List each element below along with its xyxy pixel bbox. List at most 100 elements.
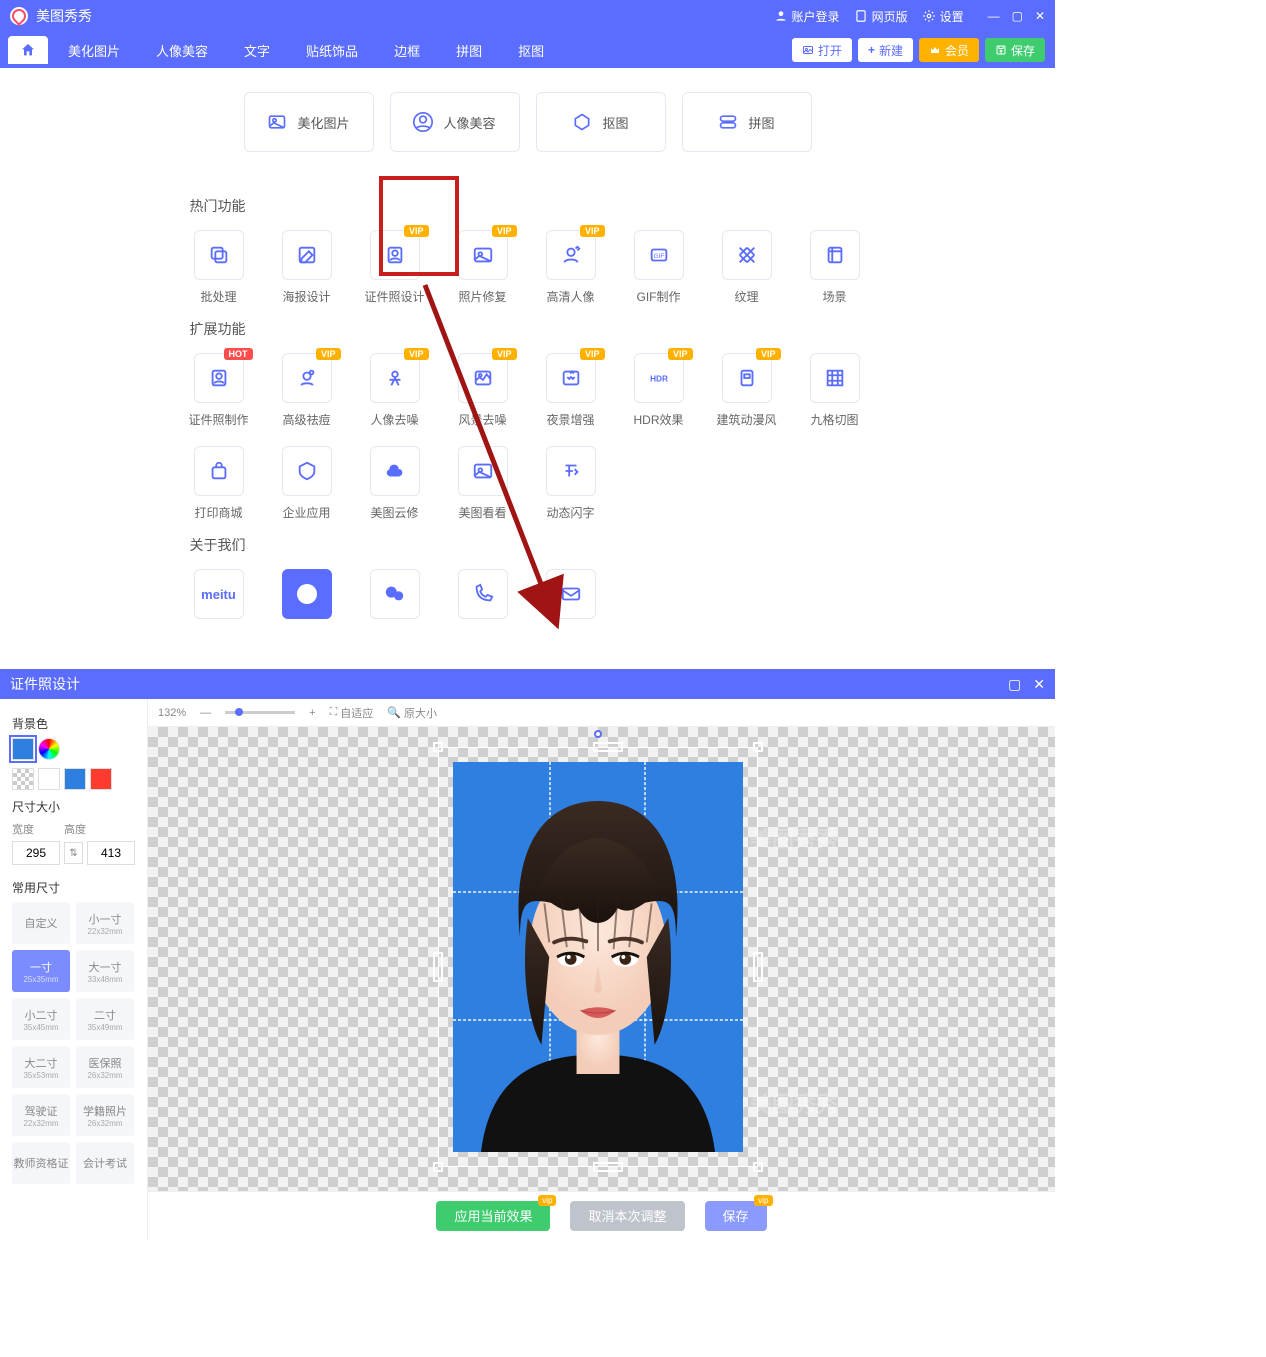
win2-restore-icon[interactable]: ▢ <box>1008 676 1021 693</box>
big-card-cutout[interactable]: 抠图 <box>536 92 666 152</box>
tile-照片修复[interactable]: VIP照片修复 <box>452 230 514 305</box>
tile-打印商城[interactable]: 打印商城 <box>188 446 250 521</box>
link-wh-icon[interactable]: ⇅ <box>64 842 83 864</box>
tile-icon <box>810 353 860 403</box>
save-photo-button[interactable]: 保存 vip <box>705 1201 767 1231</box>
svg-text:GIF: GIF <box>653 253 664 260</box>
tile-美图云修[interactable]: 美图云修 <box>364 446 426 521</box>
bg-swatch-red[interactable] <box>90 768 112 790</box>
tile-建筑动漫风[interactable]: VIP建筑动漫风 <box>716 353 778 428</box>
zoom-slider[interactable] <box>225 711 295 714</box>
bg-swatch-white[interactable] <box>38 768 60 790</box>
tile-证件照设计[interactable]: VIP证件照设计 <box>364 230 426 305</box>
menu-0[interactable]: 美化图片 <box>50 32 138 68</box>
tile-icon <box>194 230 244 280</box>
tile-HDR效果[interactable]: HDRVIPHDR效果 <box>628 353 690 428</box>
big-card-beautify[interactable]: 美化图片 <box>244 92 374 152</box>
tile-纹理[interactable]: 纹理 <box>716 230 778 305</box>
size-chip-5[interactable]: 二寸35x49mm <box>76 998 134 1040</box>
fit-button[interactable]: ⛶自适应 <box>330 705 374 721</box>
tile-场景[interactable]: 场景 <box>804 230 866 305</box>
tile-icon <box>546 446 596 496</box>
menu-5[interactable]: 拼图 <box>438 32 500 68</box>
bg-swatch-transparent[interactable] <box>12 768 34 790</box>
tile-GIF制作[interactable]: GIFGIF制作 <box>628 230 690 305</box>
tile-夜景增强[interactable]: VIP夜景增强 <box>540 353 602 428</box>
about-mail[interactable] <box>546 569 596 619</box>
maximize-icon[interactable]: ▢ <box>1012 9 1023 23</box>
bg-swatch-blue2[interactable] <box>64 768 86 790</box>
about-meitu[interactable]: meitu <box>194 569 244 619</box>
tile-证件照制作[interactable]: HOT证件照制作 <box>188 353 250 428</box>
photo-selection-frame[interactable] <box>438 747 758 1167</box>
size-chip-0[interactable]: 自定义 <box>12 902 70 944</box>
about-row: meitu <box>188 569 868 619</box>
rotate-handle[interactable] <box>594 730 602 738</box>
about-wechat[interactable] <box>370 569 420 619</box>
original-size-button[interactable]: 🔍原大小 <box>387 705 437 721</box>
tile-icon: VIP <box>370 230 420 280</box>
tile-label: 风景去噪 <box>458 411 506 428</box>
width-input[interactable] <box>12 841 60 865</box>
zoom-in-icon[interactable]: + <box>309 707 315 719</box>
badge: VIP <box>580 225 605 237</box>
menu-6[interactable]: 抠图 <box>500 32 562 68</box>
size-label: 尺寸大小 <box>12 798 135 815</box>
width-label: 宽度 <box>12 821 34 837</box>
menu-2[interactable]: 文字 <box>226 32 288 68</box>
size-chip-2[interactable]: 一寸25x35mm <box>12 950 70 992</box>
tile-海报设计[interactable]: 海报设计 <box>276 230 338 305</box>
menu-4[interactable]: 边框 <box>376 32 438 68</box>
big-card-collage[interactable]: 拼图 <box>682 92 812 152</box>
bg-swatch-blue[interactable] <box>12 738 34 760</box>
tile-icon <box>282 230 332 280</box>
size-chip-7[interactable]: 医保照26x32mm <box>76 1046 134 1088</box>
tile-高清人像[interactable]: VIP高清人像 <box>540 230 602 305</box>
about-phone[interactable] <box>458 569 508 619</box>
size-chip-4[interactable]: 小二寸35x45mm <box>12 998 70 1040</box>
zoom-out-icon[interactable]: — <box>200 707 211 719</box>
tile-label: 场景 <box>822 288 846 305</box>
settings-link[interactable]: 设置 <box>922 8 964 25</box>
canvas[interactable]: 美图秀秀 美图秀秀 美图秀秀 美图秀秀 <box>148 727 1055 1191</box>
member-button[interactable]: 会员 <box>919 38 979 62</box>
size-chip-9[interactable]: 学籍照片26x32mm <box>76 1094 134 1136</box>
height-input[interactable] <box>87 841 135 865</box>
tile-风景去噪[interactable]: VIP风景去噪 <box>452 353 514 428</box>
cancel-button[interactable]: 取消本次调整 <box>570 1201 684 1231</box>
tile-批处理[interactable]: 批处理 <box>188 230 250 305</box>
save-button[interactable]: 保存 <box>985 38 1045 62</box>
size-chip-8[interactable]: 驾驶证22x32mm <box>12 1094 70 1136</box>
tile-人像去噪[interactable]: VIP人像去噪 <box>364 353 426 428</box>
tile-高级祛痘[interactable]: VIP高级祛痘 <box>276 353 338 428</box>
close-icon[interactable]: ✕ <box>1035 9 1045 23</box>
win2-close-icon[interactable]: ✕ <box>1033 676 1045 693</box>
apply-button[interactable]: 应用当前效果 vip <box>436 1201 550 1231</box>
new-button[interactable]: +新建 <box>858 38 913 62</box>
tile-九格切图[interactable]: 九格切图 <box>804 353 866 428</box>
tile-动态闪字[interactable]: 动态闪字 <box>540 446 602 521</box>
big-card-portrait[interactable]: 人像美容 <box>390 92 520 152</box>
size-chip-1[interactable]: 小一寸22x32mm <box>76 902 134 944</box>
menu-3[interactable]: 贴纸饰品 <box>288 32 376 68</box>
about-logo[interactable] <box>282 569 332 619</box>
menu-1[interactable]: 人像美容 <box>138 32 226 68</box>
bg-swatch-gradient[interactable] <box>38 738 60 760</box>
size-chip-10[interactable]: 教师资格证 <box>12 1142 70 1184</box>
open-button[interactable]: 打开 <box>792 38 852 62</box>
size-chip-6[interactable]: 大二寸35x53mm <box>12 1046 70 1088</box>
tile-label: 人像去噪 <box>370 411 418 428</box>
size-chip-3[interactable]: 大一寸33x48mm <box>76 950 134 992</box>
tile-企业应用[interactable]: 企业应用 <box>276 446 338 521</box>
tile-label: 夜景增强 <box>546 411 594 428</box>
badge: VIP <box>316 348 341 360</box>
home-tab[interactable] <box>8 36 48 64</box>
tile-label: 企业应用 <box>282 504 330 521</box>
size-chip-11[interactable]: 会计考试 <box>76 1142 134 1184</box>
web-version-link[interactable]: 网页版 <box>854 8 908 25</box>
login-link[interactable]: 账户登录 <box>774 8 840 25</box>
minimize-icon[interactable]: — <box>988 9 1000 23</box>
common-size-label: 常用尺寸 <box>12 879 135 896</box>
section-ext-title: 扩展功能 <box>190 319 868 339</box>
tile-美图看看[interactable]: 美图看看 <box>452 446 514 521</box>
